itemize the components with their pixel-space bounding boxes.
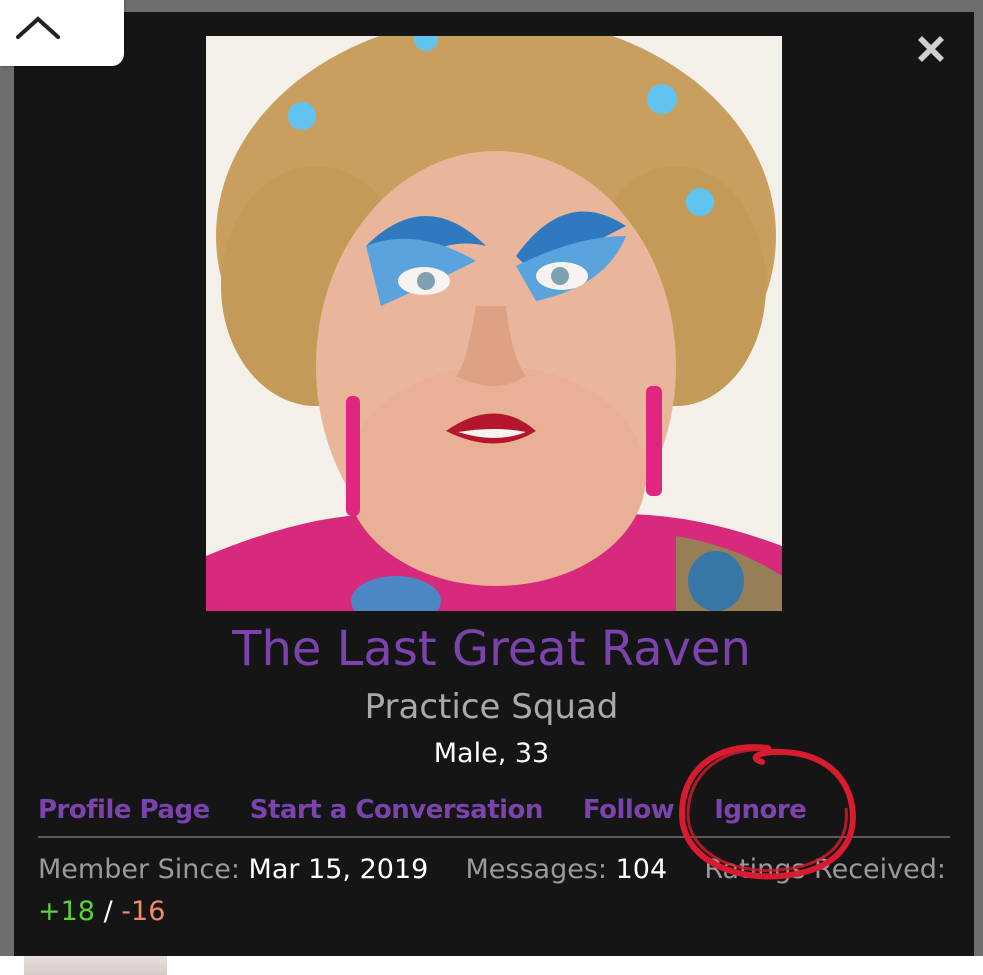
ratings-values: +18 / -16	[38, 890, 165, 934]
member-since-label: Member Since:	[38, 854, 240, 885]
background-thumbnail	[24, 956, 167, 975]
divider	[38, 836, 950, 838]
follow-link[interactable]: Follow	[583, 795, 675, 825]
ratings-label: Ratings Received:	[704, 854, 946, 885]
member-since-value: Mar 15, 2019	[248, 854, 429, 885]
profile-page-link[interactable]: Profile Page	[38, 795, 210, 825]
chevron-up-icon	[16, 16, 60, 39]
messages-label: Messages:	[465, 854, 608, 885]
member-name[interactable]: The Last Great Raven	[0, 613, 983, 685]
messages-value: 104	[615, 854, 668, 885]
collapse-button[interactable]	[0, 0, 124, 66]
ignore-link[interactable]: Ignore	[714, 795, 807, 825]
ratings-positive: +18	[38, 896, 95, 927]
ratings-negative: -16	[121, 896, 166, 927]
close-button[interactable]	[910, 28, 952, 70]
member-demographics: Male, 33	[433, 738, 550, 769]
start-conversation-link[interactable]: Start a Conversation	[250, 795, 544, 825]
ratings-separator: /	[103, 896, 113, 927]
member-actions: Profile Page Start a Conversation Follow…	[38, 788, 807, 832]
member-stats: Member Since: Mar 15, 2019 Messages: 104…	[38, 848, 958, 892]
avatar	[206, 36, 782, 611]
member-title: Practice Squad	[364, 687, 619, 727]
close-icon	[918, 36, 944, 62]
